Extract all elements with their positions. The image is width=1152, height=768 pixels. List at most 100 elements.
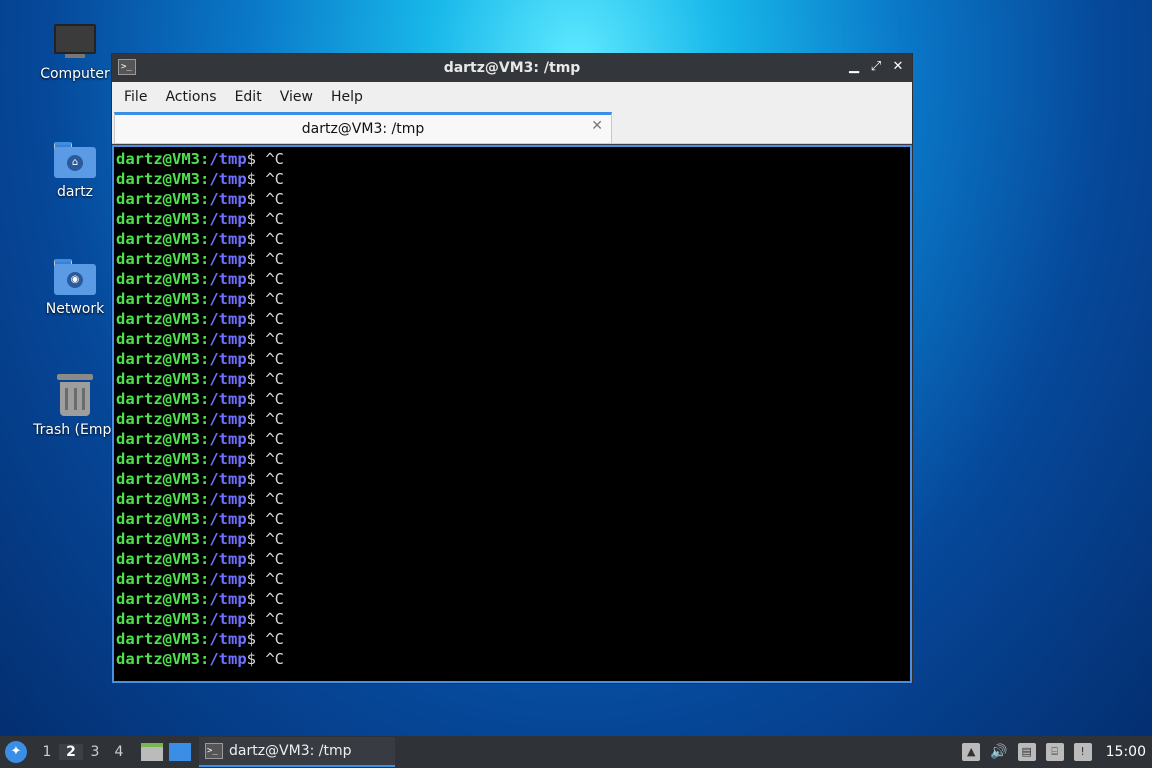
terminal-line: dartz@VM3:/tmp$ ^C (116, 589, 908, 609)
menu-edit[interactable]: Edit (227, 89, 270, 105)
desktop-icon-label: dartz (56, 184, 94, 200)
start-menu-icon[interactable]: ✦ (5, 741, 27, 763)
prompt-user-host: dartz@VM3: (116, 270, 210, 288)
prompt-command: $ ^C (246, 350, 284, 368)
workspace-2[interactable]: 2 (59, 744, 83, 760)
terminal-output[interactable]: dartz@VM3:/tmp$ ^C dartz@VM3:/tmp$ ^C dart… (112, 145, 912, 683)
menu-view[interactable]: View (272, 89, 321, 105)
prompt-path: /tmp (209, 550, 247, 568)
terminal-line: dartz@VM3:/tmp$ ^C (116, 529, 908, 549)
terminal-line: dartz@VM3:/tmp$ ^C (116, 549, 908, 569)
prompt-path: /tmp (209, 250, 247, 268)
prompt-user-host: dartz@VM3: (116, 430, 210, 448)
prompt-command: $ ^C (246, 510, 284, 528)
system-tray: ▲ 🔊 ▤ ⌸ ! 15:00 (962, 736, 1146, 768)
prompt-path: /tmp (209, 590, 247, 608)
volume-icon[interactable]: 🔊 (990, 744, 1007, 760)
prompt-path: /tmp (209, 610, 247, 628)
prompt-path: /tmp (209, 350, 247, 368)
prompt-command: $ ^C (246, 650, 284, 668)
prompt-path: /tmp (209, 450, 247, 468)
close-button[interactable]: ✕ (890, 58, 906, 76)
prompt-command: $ ^C (246, 230, 284, 248)
prompt-command: $ ^C (246, 410, 284, 428)
taskbar-item-terminal[interactable]: >_ dartz@VM3: /tmp (199, 737, 395, 767)
prompt-command: $ ^C (246, 290, 284, 308)
prompt-path: /tmp (209, 630, 247, 648)
workspace-1[interactable]: 1 (35, 744, 59, 760)
trash-icon (57, 374, 93, 416)
terminal-line: dartz@VM3:/tmp$ ^C (116, 369, 908, 389)
terminal-line: dartz@VM3:/tmp$ ^C (116, 209, 908, 229)
prompt-command: $ ^C (246, 590, 284, 608)
prompt-user-host: dartz@VM3: (116, 230, 210, 248)
computer-icon (54, 24, 96, 60)
prompt-path: /tmp (209, 310, 247, 328)
prompt-command: $ ^C (246, 610, 284, 628)
prompt-path: /tmp (209, 490, 247, 508)
window-title: dartz@VM3: /tmp (443, 60, 581, 76)
terminal-line: dartz@VM3:/tmp$ ^C (116, 249, 908, 269)
prompt-user-host: dartz@VM3: (116, 510, 210, 528)
prompt-user-host: dartz@VM3: (116, 470, 210, 488)
prompt-command: $ ^C (246, 170, 284, 188)
prompt-command: $ ^C (246, 550, 284, 568)
terminal-line: dartz@VM3:/tmp$ ^C (116, 349, 908, 369)
prompt-path: /tmp (209, 430, 247, 448)
network-icon[interactable]: ⌸ (1045, 743, 1064, 761)
terminal-line: dartz@VM3:/tmp$ ^C (116, 629, 908, 649)
prompt-user-host: dartz@VM3: (116, 630, 210, 648)
prompt-command: $ ^C (246, 530, 284, 548)
prompt-path: /tmp (209, 270, 247, 288)
terminal-line: dartz@VM3:/tmp$ ^C (116, 309, 908, 329)
update-notifier-icon[interactable]: ! (1073, 743, 1092, 761)
maximize-button[interactable]: ⤢ (868, 58, 884, 76)
file-manager-launcher-icon[interactable] (141, 743, 163, 761)
minimize-button[interactable]: ▁ (846, 58, 862, 76)
desktop-icon-label: Network (45, 301, 105, 317)
clock[interactable]: 15:00 (1106, 744, 1146, 760)
home-folder-icon: ⌂ (54, 142, 96, 178)
terminal-line: dartz@VM3:/tmp$ ^C (116, 329, 908, 349)
prompt-command: $ ^C (246, 210, 284, 228)
prompt-user-host: dartz@VM3: (116, 210, 210, 228)
terminal-icon[interactable]: >_ (118, 59, 136, 75)
prompt-path: /tmp (209, 650, 247, 668)
prompt-command: $ ^C (246, 430, 284, 448)
terminal-line: dartz@VM3:/tmp$ ^C (116, 449, 908, 469)
prompt-user-host: dartz@VM3: (116, 190, 210, 208)
prompt-path: /tmp (209, 470, 247, 488)
terminal-line: dartz@VM3:/tmp$ ^C (116, 289, 908, 309)
workspace-switcher: 1 2 3 4 (35, 744, 131, 760)
window-titlebar[interactable]: >_ dartz@VM3: /tmp ▁ ⤢ ✕ (112, 54, 912, 82)
prompt-user-host: dartz@VM3: (116, 610, 210, 628)
prompt-user-host: dartz@VM3: (116, 350, 210, 368)
menu-file[interactable]: File (116, 89, 155, 105)
terminal-line: dartz@VM3:/tmp$ ^C (116, 509, 908, 529)
prompt-user-host: dartz@VM3: (116, 490, 210, 508)
prompt-path: /tmp (209, 230, 247, 248)
terminal-tab[interactable]: dartz@VM3: /tmp ✕ (114, 112, 612, 143)
terminal-line: dartz@VM3:/tmp$ ^C (116, 169, 908, 189)
clipboard-icon[interactable]: ▤ (1017, 743, 1036, 761)
tab-bar: dartz@VM3: /tmp ✕ (112, 112, 912, 144)
menu-actions[interactable]: Actions (157, 89, 224, 105)
menu-help[interactable]: Help (323, 89, 371, 105)
prompt-user-host: dartz@VM3: (116, 450, 210, 468)
prompt-user-host: dartz@VM3: (116, 310, 210, 328)
prompt-command: $ ^C (246, 370, 284, 388)
terminal-icon: >_ (205, 743, 223, 759)
prompt-command: $ ^C (246, 270, 284, 288)
desktop-show-icon[interactable] (169, 743, 191, 761)
prompt-user-host: dartz@VM3: (116, 370, 210, 388)
prompt-user-host: dartz@VM3: (116, 570, 210, 588)
workspace-4[interactable]: 4 (107, 744, 131, 760)
prompt-user-host: dartz@VM3: (116, 170, 210, 188)
tab-close-icon[interactable]: ✕ (591, 118, 603, 134)
up-arrow-icon[interactable]: ▲ (962, 743, 981, 761)
prompt-user-host: dartz@VM3: (116, 290, 210, 308)
prompt-command: $ ^C (246, 250, 284, 268)
prompt-user-host: dartz@VM3: (116, 550, 210, 568)
prompt-path: /tmp (209, 370, 247, 388)
workspace-3[interactable]: 3 (83, 744, 107, 760)
